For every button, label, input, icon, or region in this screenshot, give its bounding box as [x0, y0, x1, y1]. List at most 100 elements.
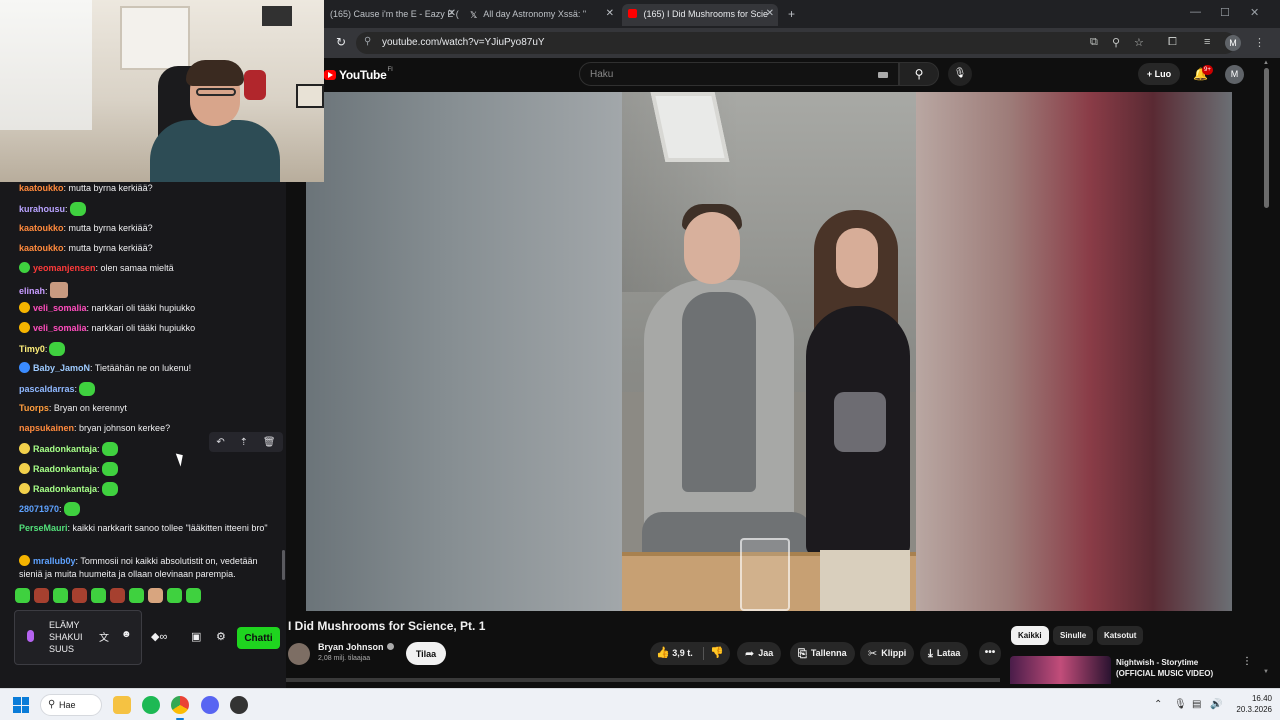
scroll-down-icon[interactable]: ▼ — [1263, 669, 1269, 675]
translate-icon[interactable]: 文 — [99, 629, 109, 644]
chat-username[interactable]: PerseMauri — [19, 523, 68, 533]
chat-message[interactable]: Raadonkantaja: — [19, 482, 269, 496]
site-info-icon[interactable]: ⚲ — [364, 36, 371, 47]
chat-emote-icon[interactable] — [49, 282, 68, 298]
chat-username[interactable]: kurahousu — [19, 204, 65, 214]
chat-settings-icon[interactable]: ⚙ — [216, 630, 226, 643]
network-icon[interactable]: ▤ — [1192, 699, 1201, 710]
emote-icon[interactable] — [167, 588, 182, 603]
chat-message[interactable]: kaatoukko: mutta byrna kerkiää? — [19, 182, 269, 195]
browser-menu-icon[interactable]: ⋮ — [1254, 36, 1265, 49]
taskbar-search[interactable]: ⚲ Hae — [40, 694, 102, 716]
close-tab-icon[interactable]: ✕ — [606, 4, 614, 24]
recommendation-thumbnail[interactable] — [1010, 656, 1111, 684]
chrome-icon[interactable] — [171, 696, 189, 714]
pin-icon[interactable]: ⇡ — [240, 437, 248, 448]
discord-icon[interactable] — [201, 696, 219, 714]
save-button[interactable]: ⎘ Tallenna — [790, 642, 855, 665]
page-scrollbar[interactable]: ▲ ▼ — [1262, 58, 1271, 682]
chat-input[interactable]: ELÄMY SHAKUI SUUS 文 ☻ — [14, 610, 142, 665]
browser-tab-active[interactable]: (165) I Did Mushrooms for Scie ✕ — [622, 4, 778, 26]
recommendation-title[interactable]: Nightwish - Storytime (OFFICIAL MUSIC VI… — [1116, 657, 1226, 679]
chat-message[interactable]: veli_somalia: narkkari oli tääki hupiukk… — [19, 302, 269, 315]
minimize-icon[interactable]: — — [1190, 6, 1201, 18]
maximize-icon[interactable]: ☐ — [1220, 6, 1230, 19]
chat-emote-icon[interactable] — [101, 462, 118, 476]
chat-username[interactable]: elinah — [19, 286, 45, 296]
chat-emote-icon[interactable] — [69, 202, 86, 216]
chat-badge-icon[interactable] — [19, 262, 30, 273]
chip-all[interactable]: Kaikki — [1011, 626, 1049, 645]
chat-username[interactable]: kaatoukko — [19, 243, 64, 253]
chat-emote-icon[interactable] — [63, 502, 80, 516]
youtube-logo[interactable]: YouTube FI — [324, 67, 393, 82]
chat-scrollbar[interactable] — [282, 550, 285, 580]
volume-icon[interactable]: 🔊 — [1210, 699, 1222, 710]
share-button[interactable]: ➦ Jaa — [737, 642, 782, 665]
zoom-icon[interactable]: ⚲ — [1112, 36, 1120, 49]
chat-badge-icon[interactable] — [19, 463, 30, 474]
emote-icon[interactable] — [91, 588, 106, 603]
chat-message[interactable]: kaatoukko: mutta byrna kerkiää? — [19, 242, 269, 255]
close-tab-icon[interactable]: ✕ — [766, 4, 774, 24]
close-window-icon[interactable]: ✕ — [1250, 6, 1259, 19]
chat-username[interactable]: yeomanjensen — [33, 263, 96, 273]
mic-icon[interactable] — [27, 630, 34, 642]
emote-icon[interactable] — [186, 588, 201, 603]
search-button[interactable]: ⚲ — [899, 62, 939, 86]
url-field[interactable]: ⚲ youtube.com/watch?v=YJiuPyo87uY — [356, 32, 1236, 54]
new-tab-button[interactable]: + — [782, 4, 802, 26]
chat-username[interactable]: Raadonkantaja — [33, 464, 97, 474]
chat-username[interactable]: kaatoukko — [19, 183, 64, 193]
chat-message[interactable]: Baby_JamoN: Tietäähän ne on lukenu! — [19, 362, 269, 375]
chat-username[interactable]: Raadonkantaja — [33, 444, 97, 454]
browser-tab[interactable]: 𝕏 All day Astronomy Xssä: " ✕ — [464, 4, 618, 26]
like-button[interactable]: 👍 3,9 t. — [656, 642, 693, 665]
extensions-icon[interactable]: ⧠ — [1168, 36, 1177, 49]
cast-icon[interactable]: ⧉ — [1090, 36, 1098, 49]
chip-watched[interactable]: Katsotut — [1097, 626, 1144, 645]
chat-username[interactable]: Baby_JamoN — [33, 363, 90, 373]
chat-username[interactable]: kaatoukko — [19, 223, 64, 233]
profile-avatar[interactable]: M — [1225, 35, 1241, 51]
emote-picker-icon[interactable]: ☻ — [121, 629, 132, 640]
chat-message[interactable]: mrallub0y: Tommosii noi kaikki absolutis… — [19, 555, 269, 581]
channel-name[interactable]: Bryan Johnson — [318, 642, 394, 652]
scroll-up-icon[interactable]: ▲ — [1263, 60, 1269, 66]
reply-icon[interactable]: ↶ — [216, 437, 224, 448]
clip-button[interactable]: ✂ Klippi — [860, 642, 915, 665]
chat-badge-icon[interactable] — [19, 555, 30, 566]
chat-emote-icon[interactable] — [49, 342, 66, 356]
media-icon[interactable]: ≡ — [1204, 36, 1210, 48]
chat-send-button[interactable]: Chatti — [237, 627, 280, 649]
chat-emote-icon[interactable] — [79, 382, 96, 396]
subscribe-button[interactable]: Tilaa — [406, 642, 446, 665]
bookmark-star-icon[interactable]: ☆ — [1134, 36, 1144, 49]
obs-icon[interactable] — [230, 696, 248, 714]
chat-emote-icon[interactable] — [101, 482, 118, 496]
chat-badge-icon[interactable] — [19, 302, 30, 313]
emote-icon[interactable] — [129, 588, 144, 603]
chat-message[interactable]: yeomanjensen: olen samaa mieltä — [19, 262, 269, 275]
chat-badge-icon[interactable] — [19, 443, 30, 454]
chat-message[interactable]: kaatoukko: mutta byrna kerkiää? — [19, 222, 269, 235]
chat-badge-icon[interactable] — [19, 483, 30, 494]
scrollbar-thumb[interactable] — [1264, 68, 1269, 208]
chat-message[interactable]: kurahousu: — [19, 202, 269, 216]
more-actions-button[interactable]: ••• — [979, 642, 1001, 665]
video-player[interactable] — [306, 92, 1232, 611]
tray-mic-icon[interactable]: 🎙 — [1174, 699, 1187, 710]
keyboard-icon[interactable] — [878, 72, 888, 78]
emote-icon[interactable] — [148, 588, 163, 603]
recommendation-more-icon[interactable]: ⋮ — [1242, 656, 1252, 667]
file-explorer-icon[interactable] — [113, 696, 131, 714]
chat-message[interactable]: PerseMauri: kaikki narkkarit sanoo tolle… — [19, 522, 269, 535]
chat-message[interactable]: 28071970: — [19, 502, 269, 516]
chat-badge-icon[interactable] — [19, 362, 30, 373]
search-input[interactable]: Haku — [579, 62, 899, 86]
chat-username[interactable]: veli_somalia — [33, 323, 87, 333]
spotify-icon[interactable] — [142, 696, 160, 714]
chat-badge-icon[interactable] — [19, 322, 30, 333]
dislike-button[interactable]: 👎 — [710, 642, 724, 665]
chat-username[interactable]: 28071970 — [19, 504, 59, 514]
